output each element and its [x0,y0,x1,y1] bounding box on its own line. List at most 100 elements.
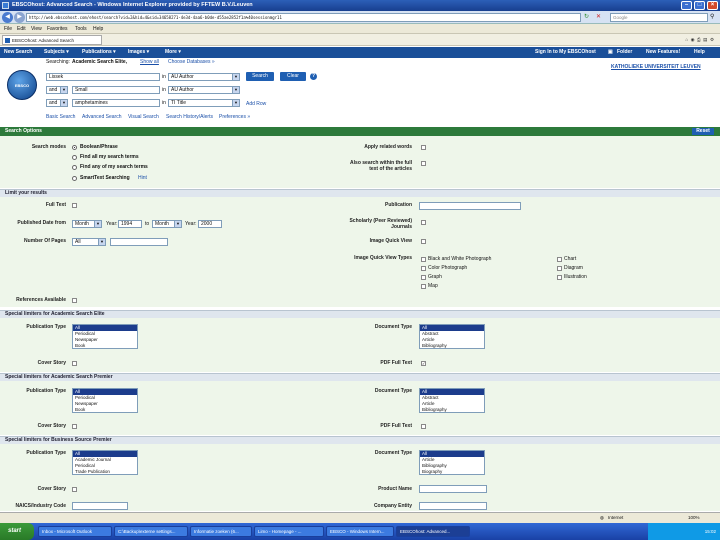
mode-radio-boolean[interactable] [72,145,77,150]
toolbar-sign-in[interactable]: Sign In to My EBSCOhost [535,47,596,58]
graph-checkbox[interactable] [421,275,426,280]
show-all-link[interactable]: Show all [140,59,159,66]
refresh-icon[interactable]: ↻ [584,13,589,20]
full-text-checkbox[interactable] [72,203,77,208]
search-button[interactable]: Search [246,72,274,81]
bool-select-2[interactable]: and ▼ [46,86,68,94]
month-from-select[interactable]: Month ▼ [72,220,102,228]
premier-pubtype-list[interactable]: All Periodical Newspaper Book [72,388,138,413]
menu-file[interactable]: File [4,25,12,33]
forward-icon[interactable]: ▶ [14,12,25,23]
browser-tab[interactable]: EBSCOhost: Advanced Search [2,35,102,45]
elite-pubtype-list[interactable]: All Periodical Newspaper Book [72,324,138,349]
company-entity-input[interactable] [419,502,487,510]
elite-doctype-list[interactable]: All Abstract Article Bibliography [419,324,485,349]
menu-view[interactable]: View [31,25,42,33]
url-input[interactable]: http://web.ebscohost.com/ehost/search?vi… [26,13,581,22]
folder-icon[interactable]: ▣ [608,47,613,58]
reset-button[interactable]: Reset [692,128,714,135]
image-quick-view-checkbox[interactable] [421,239,426,244]
menu-favorites[interactable]: Favorites [47,25,68,33]
add-row-link[interactable]: Add Row [246,101,266,108]
naics-input[interactable] [72,502,128,510]
elite-pdf-checkbox[interactable]: ✓ [421,361,426,366]
month-to-select[interactable]: Month ▼ [152,220,182,228]
preferences-link[interactable]: Preferences » [219,114,250,121]
menu-tools[interactable]: Tools [75,25,87,33]
toolbar-new-search[interactable]: New Search [4,47,32,58]
back-icon[interactable]: ◀ [2,12,13,23]
field-select-1[interactable]: AU Author ▼ [168,73,240,81]
help-info-icon[interactable]: ? [310,73,317,80]
premier-cover-story-checkbox[interactable] [72,424,77,429]
product-name-input[interactable] [419,485,487,493]
year-to-input[interactable]: 2000 [198,220,222,228]
list-item[interactable]: Book [73,407,137,412]
toolbar-images[interactable]: Images ▾ [128,47,149,58]
basic-search-link[interactable]: Basic Search [46,114,75,121]
zoom-level[interactable]: 100% [688,513,700,523]
ebsco-logo[interactable]: EBSCO [7,70,37,100]
close-icon[interactable]: × [707,1,718,10]
search-history-link[interactable]: Search History/Alerts [166,114,213,121]
map-checkbox[interactable] [421,284,426,289]
search-term-2[interactable]: Small [72,86,160,94]
list-item[interactable]: Book [73,343,137,348]
toolbar-folder[interactable]: Folder [617,47,632,58]
scholarly-checkbox[interactable] [421,220,426,225]
illustration-checkbox[interactable] [557,275,562,280]
task-limo[interactable]: Limo - Homepage - ... [254,526,324,537]
hint-link[interactable]: Hint [138,175,147,182]
field-select-2[interactable]: AU Author ▼ [168,86,240,94]
advanced-search-link[interactable]: Advanced Search [82,114,121,121]
business-pubtype-list[interactable]: All Academic Journal Periodical Trade Pu… [72,450,138,475]
feeds-icon[interactable]: ◉ [691,37,695,42]
task-ebsco[interactable]: EBSCO - Windows Intern... [326,526,394,537]
references-checkbox[interactable] [72,298,77,303]
task-ebscohost-active[interactable]: EBSCOhost: Advanced... [396,526,470,537]
mode-radio-smarttext[interactable] [72,176,77,181]
business-cover-story-checkbox[interactable] [72,487,77,492]
bw-photo-checkbox[interactable] [421,257,426,262]
elite-cover-story-checkbox[interactable] [72,361,77,366]
menu-edit[interactable]: Edit [17,25,26,33]
task-explorer[interactable]: C:\Backup\externe settings... [114,526,188,537]
search-term-3[interactable]: amphetamines [72,99,160,107]
num-pages-select[interactable]: All ▼ [72,238,106,246]
list-item[interactable]: Bibliography [420,343,484,348]
toolbar-subjects[interactable]: Subjects ▾ [44,47,69,58]
task-info[interactable]: Informatie zoeken (6... [190,526,252,537]
home-icon[interactable]: ⌂ [685,37,688,42]
search-icon[interactable]: ⚲ [710,13,714,20]
toolbar-new-features[interactable]: New Features! [646,47,680,58]
num-pages-input[interactable] [110,238,168,246]
color-photo-checkbox[interactable] [421,266,426,271]
minimize-icon[interactable]: – [681,1,692,10]
search-term-1[interactable]: Lissek [46,73,160,81]
menu-help[interactable]: Help [93,25,103,33]
task-outlook[interactable]: Inbox - Microsoft Outlook [38,526,112,537]
premier-pdf-checkbox[interactable] [421,424,426,429]
chart-checkbox[interactable] [557,257,562,262]
toolbar-publications[interactable]: Publications ▾ [82,47,116,58]
toolbar-more[interactable]: More ▾ [165,47,181,58]
toolbar-help[interactable]: Help [694,47,705,58]
stop-icon[interactable]: ✕ [596,13,601,20]
clear-button[interactable]: Clear [280,72,306,81]
also-search-checkbox[interactable] [421,161,426,166]
diagram-checkbox[interactable] [557,266,562,271]
web-search-input[interactable]: Google [610,13,708,22]
year-from-input[interactable]: 1994 [118,220,142,228]
page-icon[interactable]: ▤ [703,37,707,42]
apply-related-checkbox[interactable] [421,145,426,150]
business-doctype-list[interactable]: All Article Bibliography Biography [419,450,485,475]
publication-input[interactable] [419,202,521,210]
bool-select-3[interactable]: and ▼ [46,99,68,107]
field-select-3[interactable]: TI Title ▼ [168,99,240,107]
print-icon[interactable]: ⎙ [697,37,701,42]
tools-icon[interactable]: ⚙ [710,37,714,42]
choose-databases-link[interactable]: Choose Databases » [168,59,215,66]
premier-doctype-list[interactable]: All Abstract Article Bibliography [419,388,485,413]
list-item[interactable]: Trade Publication [73,469,137,474]
visual-search-link[interactable]: Visual Search [128,114,159,121]
